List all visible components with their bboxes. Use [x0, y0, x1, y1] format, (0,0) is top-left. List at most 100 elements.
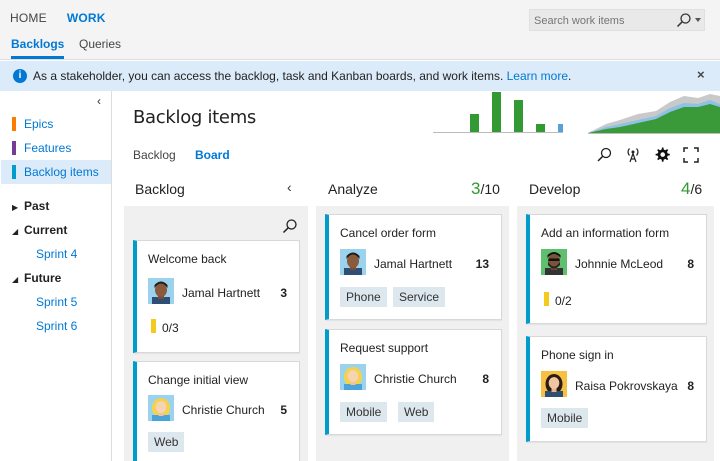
- backlog-items-color-bar: [12, 165, 16, 179]
- cumulative-flow-chart[interactable]: [588, 94, 720, 134]
- tag[interactable]: Phone: [340, 287, 387, 307]
- epics-color-bar: [12, 117, 16, 131]
- sidebar-group-past[interactable]: ▶ Past: [12, 199, 49, 213]
- avatar: [148, 278, 174, 304]
- sidebar-item-epics[interactable]: Epics: [1, 112, 111, 136]
- card-title[interactable]: Welcome back: [148, 252, 226, 266]
- sidebar-item-sprint-6[interactable]: Sprint 6: [36, 319, 77, 333]
- tag[interactable]: Web: [398, 402, 435, 422]
- group-label: Past: [24, 199, 50, 213]
- sidebar-group-future[interactable]: ◢ Future: [12, 271, 61, 285]
- wip-limit: /6: [690, 181, 703, 197]
- tab-queries[interactable]: Queries: [79, 37, 121, 51]
- search-icon[interactable]: [282, 218, 298, 234]
- velocity-bar: [514, 100, 523, 132]
- info-period: .: [568, 69, 572, 83]
- page-title: Backlog items: [133, 107, 257, 128]
- search-icon[interactable]: [676, 12, 692, 28]
- tab-board[interactable]: Board: [195, 148, 230, 162]
- expand-arrow-icon: ▶: [12, 203, 19, 212]
- sidebar-item-sprint-4[interactable]: Sprint 4: [36, 247, 77, 261]
- card-title[interactable]: Add an information form: [541, 226, 669, 240]
- group-label: Current: [24, 223, 68, 237]
- live-updates-icon[interactable]: [624, 146, 642, 164]
- velocity-bar: [558, 124, 563, 132]
- avatar: [541, 249, 567, 275]
- card-title[interactable]: Request support: [340, 341, 428, 355]
- nav-work[interactable]: WORK: [67, 11, 106, 25]
- assignee-name: Raisa Pokrovskaya: [575, 379, 678, 393]
- sidebar-group-current[interactable]: ◢ Current: [12, 223, 67, 237]
- search-icon[interactable]: [595, 146, 613, 164]
- gear-icon[interactable]: [653, 146, 671, 164]
- work-item-card[interactable]: Welcome back Jamal Hartnett 3 0/3: [133, 240, 300, 353]
- chevron-down-icon[interactable]: [695, 18, 701, 22]
- features-color-bar: [12, 141, 16, 155]
- top-bar: HOME WORK: [0, 0, 720, 36]
- tag[interactable]: Mobile: [340, 402, 388, 422]
- sub-nav: Backlogs Queries: [0, 36, 720, 60]
- main-content: Backlog items Backlog Board Backlog ‹ An…: [113, 91, 720, 461]
- effort-value: 8: [687, 379, 694, 393]
- velocity-bar: [492, 92, 501, 132]
- work-item-card[interactable]: Add an information form Johnnie McLeod 8…: [526, 214, 707, 324]
- card-title[interactable]: Change initial view: [148, 373, 248, 387]
- search-box[interactable]: [529, 9, 705, 31]
- sidebar-item-sprint-5[interactable]: Sprint 5: [36, 295, 77, 309]
- top-nav: HOME WORK: [10, 11, 126, 25]
- tag[interactable]: Mobile: [541, 408, 589, 428]
- velocity-bar: [536, 124, 545, 132]
- nav-home[interactable]: HOME: [10, 11, 47, 25]
- task-count[interactable]: 0/3: [162, 321, 179, 335]
- effort-value: 5: [280, 403, 287, 417]
- sidebar: ‹ Epics Features Backlog items ▶ Past ◢ Cu…: [0, 91, 112, 461]
- fullscreen-icon[interactable]: [682, 146, 700, 164]
- collapse-arrow-icon: ◢: [12, 275, 19, 284]
- work-item-card[interactable]: Request support Christie Church 8 Mobile…: [325, 329, 502, 435]
- avatar: [340, 364, 366, 390]
- effort-value: 8: [482, 372, 489, 386]
- sidebar-item-backlog-items[interactable]: Backlog items: [1, 160, 111, 184]
- wip-limit: /10: [480, 181, 500, 197]
- card-title[interactable]: Cancel order form: [340, 226, 436, 240]
- task-count[interactable]: 0/2: [555, 294, 572, 308]
- info-message: As a stakeholder, you can access the bac…: [33, 69, 571, 83]
- column-title: Backlog: [135, 181, 185, 197]
- board-column-develop: Add an information form Johnnie McLeod 8…: [517, 206, 714, 461]
- column-header-analyze: Analyze 3/10: [328, 179, 503, 205]
- column-title: Develop: [529, 181, 581, 197]
- sidebar-item-label: Epics: [24, 117, 54, 131]
- info-banner: i As a stakeholder, you can access the b…: [0, 61, 720, 91]
- work-item-card[interactable]: Phone sign in Raisa Pokrovskaya 8 Mobile: [526, 336, 707, 442]
- search-input[interactable]: [534, 13, 672, 28]
- assignee-name: Jamal Hartnett: [182, 286, 261, 300]
- sidebar-item-label: Backlog items: [24, 165, 99, 179]
- assignee-name: Christie Church: [374, 372, 457, 386]
- assignee-name: Christie Church: [182, 403, 265, 417]
- tab-backlog[interactable]: Backlog: [133, 148, 176, 162]
- work-item-card[interactable]: Change initial view Christie Church 5 We…: [133, 361, 300, 461]
- task-indicator-icon: [544, 292, 549, 306]
- work-item-card[interactable]: Cancel order form Jamal Hartnett 13 Phon…: [325, 214, 502, 320]
- tag[interactable]: Service: [393, 287, 446, 307]
- column-header-develop: Develop 4/6: [529, 179, 709, 205]
- board-column-backlog: Welcome back Jamal Hartnett 3 0/3 Change…: [124, 206, 308, 461]
- collapse-column-icon[interactable]: ‹: [287, 179, 292, 195]
- tab-backlogs[interactable]: Backlogs: [11, 37, 65, 59]
- sidebar-item-features[interactable]: Features: [1, 136, 111, 160]
- effort-value: 8: [687, 257, 694, 271]
- learn-more-link[interactable]: Learn more: [507, 69, 568, 83]
- velocity-bar: [470, 114, 479, 132]
- close-icon[interactable]: ×: [697, 67, 705, 82]
- card-title[interactable]: Phone sign in: [541, 348, 614, 362]
- avatar: [541, 371, 567, 397]
- velocity-chart[interactable]: [433, 91, 563, 133]
- wip-count: 4/6: [681, 179, 702, 199]
- tag[interactable]: Web: [148, 432, 185, 452]
- task-indicator-icon: [151, 319, 156, 333]
- collapse-sidebar-icon[interactable]: ‹: [97, 94, 101, 108]
- column-header-backlog: Backlog ‹: [135, 179, 300, 205]
- avatar: [148, 395, 174, 421]
- effort-value: 13: [475, 257, 489, 271]
- info-icon: i: [13, 69, 27, 83]
